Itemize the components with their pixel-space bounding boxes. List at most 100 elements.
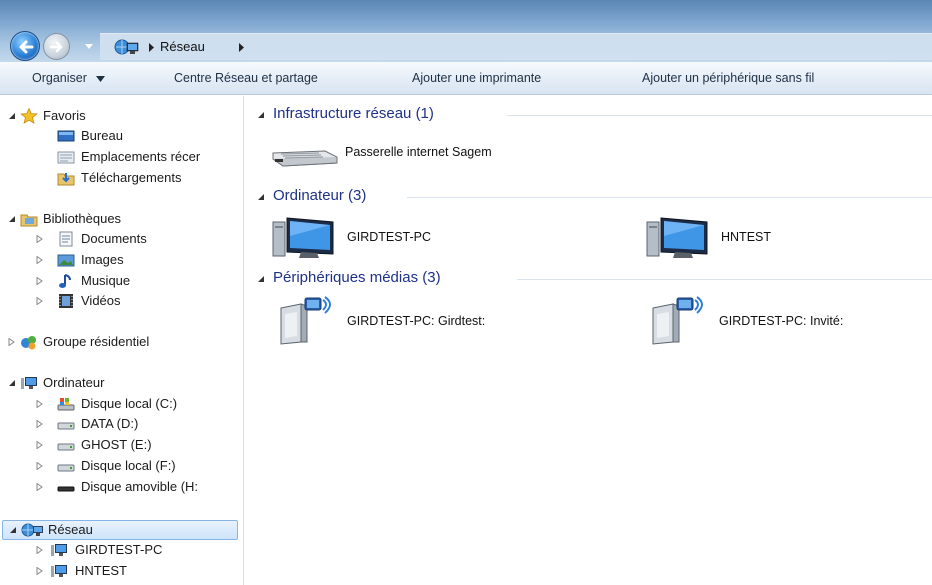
collapsed-arrow-icon[interactable]: [36, 235, 43, 243]
removable-drive-icon: [57, 486, 75, 492]
breadcrumb-separator-icon[interactable]: [148, 43, 155, 52]
nav-network-label: Réseau: [48, 522, 93, 537]
nav-item-recent-places[interactable]: Emplacements récer: [0, 147, 243, 167]
nav-favorites-label: Favoris: [43, 108, 86, 123]
nav-libraries[interactable]: Bibliothèques: [0, 209, 243, 229]
nav-item-drive-f[interactable]: Disque local (F:): [0, 456, 243, 476]
drive-icon: [57, 422, 75, 430]
device-sagem-gateway[interactable]: Passerelle internet Sagem: [269, 133, 629, 179]
computer-icon: [51, 565, 67, 577]
nav-item-hntest[interactable]: HNTEST: [0, 561, 243, 581]
nav-homegroup-label: Groupe résidentiel: [43, 334, 150, 349]
add-printer-button[interactable]: Ajouter une imprimante: [412, 70, 541, 86]
nav-item-label: GIRDTEST-PC: [75, 542, 163, 557]
star-icon: [20, 108, 38, 124]
nav-item-label: Disque local (C:): [81, 396, 178, 411]
nav-network[interactable]: Réseau: [2, 520, 238, 540]
nav-item-label: Disque local (F:): [81, 458, 176, 473]
expanded-arrow-icon[interactable]: [9, 526, 17, 534]
nav-libraries-label: Bibliothèques: [43, 211, 122, 226]
expanded-arrow-icon[interactable]: [8, 215, 16, 223]
collapsed-arrow-icon[interactable]: [36, 462, 43, 470]
collapsed-arrow-icon[interactable]: [36, 400, 43, 408]
collapsed-arrow-icon[interactable]: [36, 567, 43, 575]
nav-item-images[interactable]: Images: [0, 250, 243, 270]
nav-favorites[interactable]: Favoris: [0, 106, 243, 126]
collapsed-arrow-icon[interactable]: [36, 277, 43, 285]
drive-icon: [57, 443, 75, 451]
nav-item-label: Images: [81, 252, 124, 267]
computer-icon: [51, 544, 67, 556]
device-label: GIRDTEST-PC: Invité:: [719, 314, 844, 328]
nav-item-label: Musique: [81, 273, 131, 288]
content-pane[interactable]: Infrastructure réseau (1) Passerelle int…: [245, 96, 932, 585]
collapsed-arrow-icon[interactable]: [36, 256, 43, 264]
device-media-girdtest[interactable]: GIRDTEST-PC: Girdtest:: [275, 296, 575, 345]
nav-computer-label: Ordinateur: [43, 375, 105, 390]
navigation-pane[interactable]: Favoris Bureau Emplacements récer Téléch…: [0, 96, 244, 585]
collapsed-arrow-icon[interactable]: [36, 483, 43, 491]
nav-item-documents[interactable]: Documents: [0, 229, 243, 249]
nav-item-videos[interactable]: Vidéos: [0, 291, 243, 311]
nav-item-downloads[interactable]: Téléchargements: [0, 168, 243, 188]
nav-item-drive-d[interactable]: DATA (D:): [0, 414, 243, 434]
homegroup-icon: [21, 336, 36, 350]
collapsed-arrow-icon[interactable]: [36, 297, 43, 305]
nav-item-drive-h[interactable]: Disque amovible (H:: [0, 477, 243, 497]
recent-places-icon: [57, 151, 75, 164]
expanded-arrow-icon[interactable]: [257, 275, 265, 283]
group-title: Ordinateur (3): [273, 187, 367, 204]
forward-button[interactable]: [43, 33, 70, 60]
nav-item-label: Vidéos: [81, 293, 121, 308]
computer-icon: [646, 217, 708, 258]
device-label: GIRDTEST-PC: [347, 230, 432, 244]
nav-item-music[interactable]: Musique: [0, 271, 243, 291]
expanded-arrow-icon[interactable]: [8, 112, 16, 120]
device-media-guest[interactable]: GIRDTEST-PC: Invité:: [647, 296, 932, 345]
nav-item-label: Emplacements récer: [81, 149, 201, 164]
images-icon: [57, 254, 75, 267]
collapsed-arrow-icon[interactable]: [36, 546, 43, 554]
group-title: Périphériques médias (3): [273, 269, 441, 286]
breadcrumb-separator-icon[interactable]: [238, 43, 245, 52]
nav-item-desktop[interactable]: Bureau: [0, 126, 243, 146]
libraries-icon: [20, 214, 38, 227]
expanded-arrow-icon[interactable]: [257, 193, 265, 201]
device-girdtest-pc[interactable]: GIRDTEST-PC: [271, 214, 521, 260]
router-icon: [272, 150, 338, 167]
expanded-arrow-icon[interactable]: [257, 111, 265, 119]
recent-pages-dropdown-icon[interactable]: [84, 43, 94, 51]
back-arrow-icon: [19, 40, 34, 54]
network-icon: [21, 523, 43, 537]
collapsed-arrow-icon[interactable]: [8, 338, 15, 346]
nav-item-girdtest-pc[interactable]: GIRDTEST-PC: [0, 540, 243, 560]
organize-button[interactable]: Organiser: [32, 70, 106, 86]
device-hntest[interactable]: HNTEST: [645, 214, 845, 260]
group-divider: [517, 279, 932, 280]
nav-item-label: Téléchargements: [81, 170, 182, 185]
command-bar: Organiser Centre Réseau et partage Ajout…: [0, 62, 932, 95]
title-bar: Réseau: [0, 0, 932, 62]
add-wireless-device-button[interactable]: Ajouter un périphérique sans fil: [642, 70, 814, 86]
expanded-arrow-icon[interactable]: [8, 379, 16, 387]
network-icon: [114, 39, 139, 55]
device-label: Passerelle internet Sagem: [345, 145, 492, 159]
nav-item-drive-e[interactable]: GHOST (E:): [0, 435, 243, 455]
device-label: HNTEST: [721, 230, 771, 244]
desktop-icon: [57, 130, 75, 142]
back-button[interactable]: [10, 31, 40, 61]
address-bar[interactable]: Réseau: [100, 33, 932, 60]
collapsed-arrow-icon[interactable]: [36, 441, 43, 449]
network-center-button[interactable]: Centre Réseau et partage: [174, 70, 318, 86]
music-icon: [59, 274, 71, 288]
nav-item-label: DATA (D:): [81, 416, 139, 431]
downloads-icon: [57, 173, 75, 186]
breadcrumb-network[interactable]: Réseau: [160, 38, 205, 56]
chevron-down-icon: [96, 75, 106, 82]
computer-icon: [21, 377, 37, 389]
nav-item-drive-c[interactable]: Disque local (C:): [0, 394, 243, 414]
nav-homegroup[interactable]: Groupe résidentiel: [0, 332, 243, 352]
group-title: Infrastructure réseau (1): [273, 105, 434, 122]
nav-computer[interactable]: Ordinateur: [0, 373, 243, 393]
collapsed-arrow-icon[interactable]: [36, 420, 43, 428]
